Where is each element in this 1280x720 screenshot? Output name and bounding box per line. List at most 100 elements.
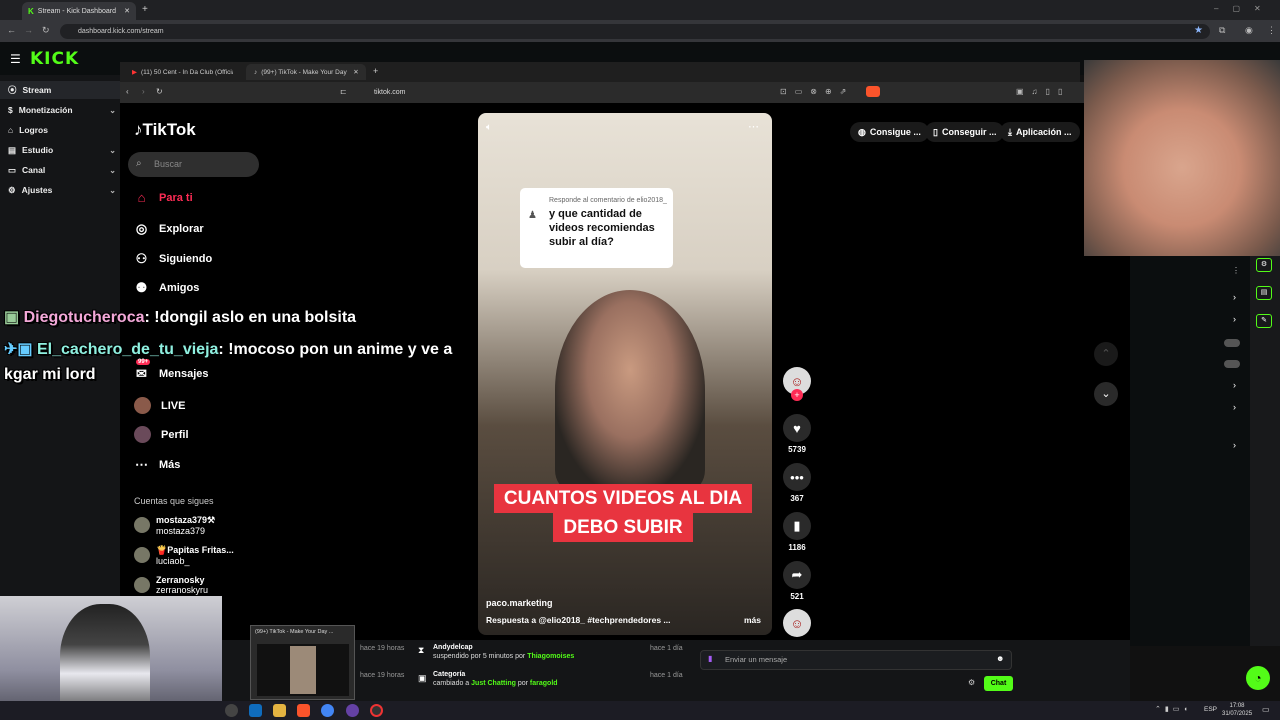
window-controls[interactable]: –▢✕: [1214, 4, 1275, 13]
tt-nav-explorar[interactable]: ◎ Explorar: [134, 221, 204, 237]
chrome-icon[interactable]: [321, 704, 334, 717]
forward-icon[interactable]: ›: [142, 87, 145, 96]
reload-icon[interactable]: ↻: [42, 25, 50, 36]
share-button[interactable]: ➦ 521: [782, 561, 812, 601]
close-icon[interactable]: ✕: [353, 68, 358, 76]
creator-avatar[interactable]: ☺ +: [782, 367, 812, 401]
taskbar-preview[interactable]: (99+) TikTok - Make Your Day ...: [250, 625, 355, 700]
message-input[interactable]: Enviar un mensaje: [700, 650, 1012, 670]
tiktok-logo[interactable]: ♪TikTok: [134, 120, 196, 140]
inner-address-bar[interactable]: tiktok.com: [350, 86, 770, 99]
chat-button[interactable]: Chat: [984, 676, 1013, 691]
obs-icon[interactable]: [346, 704, 359, 717]
sound-avatar[interactable]: ☺: [782, 609, 812, 637]
new-tab-icon[interactable]: +: [142, 4, 148, 15]
consigue-pill[interactable]: ◍ Consigue ...: [850, 122, 929, 142]
tt-nav-label: Siguiendo: [159, 253, 213, 265]
reload-icon[interactable]: ↻: [156, 87, 163, 96]
emoji-icon[interactable]: ☻: [996, 654, 1004, 663]
tt-nav-perfil[interactable]: Perfil: [134, 426, 189, 443]
chevron-right-icon[interactable]: ›: [1233, 402, 1236, 412]
forward-icon[interactable]: →: [24, 25, 33, 35]
tt-nav-amigos[interactable]: ⚉ Amigos: [134, 280, 200, 296]
outlook-icon[interactable]: [249, 704, 262, 717]
reply-subtitle: Responde al comentario de elio2018_: [549, 197, 667, 204]
support-icon[interactable]: ◔: [1246, 666, 1270, 690]
like-button[interactable]: ♥ 5739: [782, 414, 812, 454]
scroll-down-icon[interactable]: ⌄: [1094, 382, 1118, 406]
speaker-icon[interactable]: 🔈︎: [486, 122, 492, 133]
save-button[interactable]: ▮ 1186: [782, 512, 812, 552]
back-icon[interactable]: ‹: [126, 87, 129, 96]
outer-tab-kick[interactable]: K Stream - Kick Dashboard ✕: [22, 2, 136, 20]
video-more-icon[interactable]: ⋯: [748, 120, 759, 133]
outer-address-bar[interactable]: dashboard.kick.com/stream: [60, 24, 1210, 39]
tool-icon[interactable]: ▤: [1256, 286, 1272, 300]
extensions-icon[interactable]: ⧉: [1219, 25, 1225, 36]
following-item[interactable]: mostaza379⚒ mostaza379: [134, 515, 215, 536]
kick-nav-stream[interactable]: ⦿ Stream: [0, 81, 120, 99]
tt-nav-siguiendo[interactable]: ⚇ Siguiendo: [134, 251, 213, 267]
profile-icon[interactable]: ◉: [1245, 25, 1253, 36]
folder-icon[interactable]: [273, 704, 286, 717]
chevron-right-icon[interactable]: ›: [1233, 380, 1236, 390]
toggle-switch[interactable]: [1224, 339, 1240, 347]
tiktok-logo-text: TikTok: [142, 120, 196, 139]
brave-icon[interactable]: [297, 704, 310, 717]
kick-nav-logros[interactable]: ⌂ Logros: [0, 121, 120, 139]
kick-nav-estudio[interactable]: ▤ Estudio ⌄: [0, 141, 120, 159]
conseguir-pill[interactable]: ▯ Conseguir ...: [925, 122, 1005, 142]
menu-dots-icon[interactable]: ⋮: [1267, 25, 1276, 36]
chevron-right-icon[interactable]: ›: [1233, 292, 1236, 302]
inner-tab-youtube[interactable]: ▶ (11) 50 Cent - In Da Club (Officia: [124, 64, 242, 80]
following-item[interactable]: 🍟Papitas Fritas... luciaob_: [134, 545, 234, 566]
chevron-right-icon[interactable]: ›: [1233, 314, 1236, 324]
sidebar-icons[interactable]: ▣♫▯▯: [1016, 87, 1070, 96]
inner-tab-tiktok[interactable]: ♪ (99+) TikTok - Make Your Day ✕: [246, 64, 366, 80]
notification-icon[interactable]: ▭: [1262, 705, 1270, 714]
extension-icons[interactable]: ⊡▭⊗⊕⇗: [780, 87, 854, 96]
chevron-right-icon[interactable]: ›: [1233, 440, 1236, 450]
search-input[interactable]: Buscar: [128, 152, 259, 177]
following-item[interactable]: Zerranosky zerranoskyru: [134, 575, 208, 595]
recorder-icon[interactable]: [370, 704, 383, 717]
home-icon: ⌂: [137, 190, 146, 205]
more-link[interactable]: más: [744, 615, 761, 625]
bookmark-star-icon[interactable]: ★: [1194, 25, 1203, 36]
tool-icon[interactable]: ⚙: [1256, 258, 1272, 272]
tt-nav-para-ti[interactable]: ⌂ Para ti: [134, 190, 193, 205]
back-icon[interactable]: ←: [7, 25, 16, 35]
follow-plus-icon[interactable]: +: [791, 389, 803, 401]
aplicacion-pill[interactable]: ⤓ Aplicación ...: [1000, 122, 1080, 142]
pill-label: Aplicación ...: [1015, 127, 1072, 137]
scroll-up-icon[interactable]: ⌃: [1094, 342, 1118, 366]
activity-value: Just Chatting: [471, 680, 516, 687]
avatar: [134, 577, 150, 593]
toggle-switch[interactable]: [1224, 360, 1240, 368]
clock[interactable]: 17:08 31/07/2025: [1222, 702, 1252, 718]
kick-nav-ajustes[interactable]: ⚙ Ajustes ⌄: [0, 181, 120, 199]
kick-nav-monetizacion[interactable]: $ Monetización ⌄: [0, 101, 120, 119]
tt-nav-live[interactable]: LIVE: [134, 397, 185, 414]
music-disc-icon: ☺: [783, 609, 811, 637]
chat-message-continued: kgar mi lord: [4, 366, 96, 383]
panel-menu-icon[interactable]: ⋮: [1232, 266, 1240, 275]
tt-nav-mas[interactable]: ⋯ Más: [134, 457, 180, 473]
kick-nav-canal[interactable]: ▭ Canal ⌄: [0, 161, 120, 179]
video-author[interactable]: paco.marketing: [486, 598, 553, 608]
chat-settings-icon[interactable]: ⚙: [968, 678, 975, 687]
bookmark-icon[interactable]: ⊏: [340, 87, 347, 96]
wrench-icon[interactable]: ✎: [1256, 314, 1272, 328]
language-indicator[interactable]: ESP: [1204, 706, 1217, 713]
channel-icon: ▭: [8, 164, 17, 175]
close-icon[interactable]: ✕: [124, 7, 130, 15]
new-tab-icon[interactable]: +: [373, 66, 378, 76]
search-icon[interactable]: [225, 704, 238, 717]
tray-icons[interactable]: ⌃▮▭◖: [1155, 705, 1192, 713]
brave-shield-icon[interactable]: [866, 86, 880, 97]
hamburger-icon[interactable]: ☰: [10, 52, 21, 66]
kick-logo[interactable]: KICK: [30, 49, 79, 69]
kick-favicon-icon: K: [28, 6, 34, 16]
comment-button[interactable]: ••• 367: [782, 463, 812, 503]
kick-nav-label: Stream: [22, 85, 52, 95]
